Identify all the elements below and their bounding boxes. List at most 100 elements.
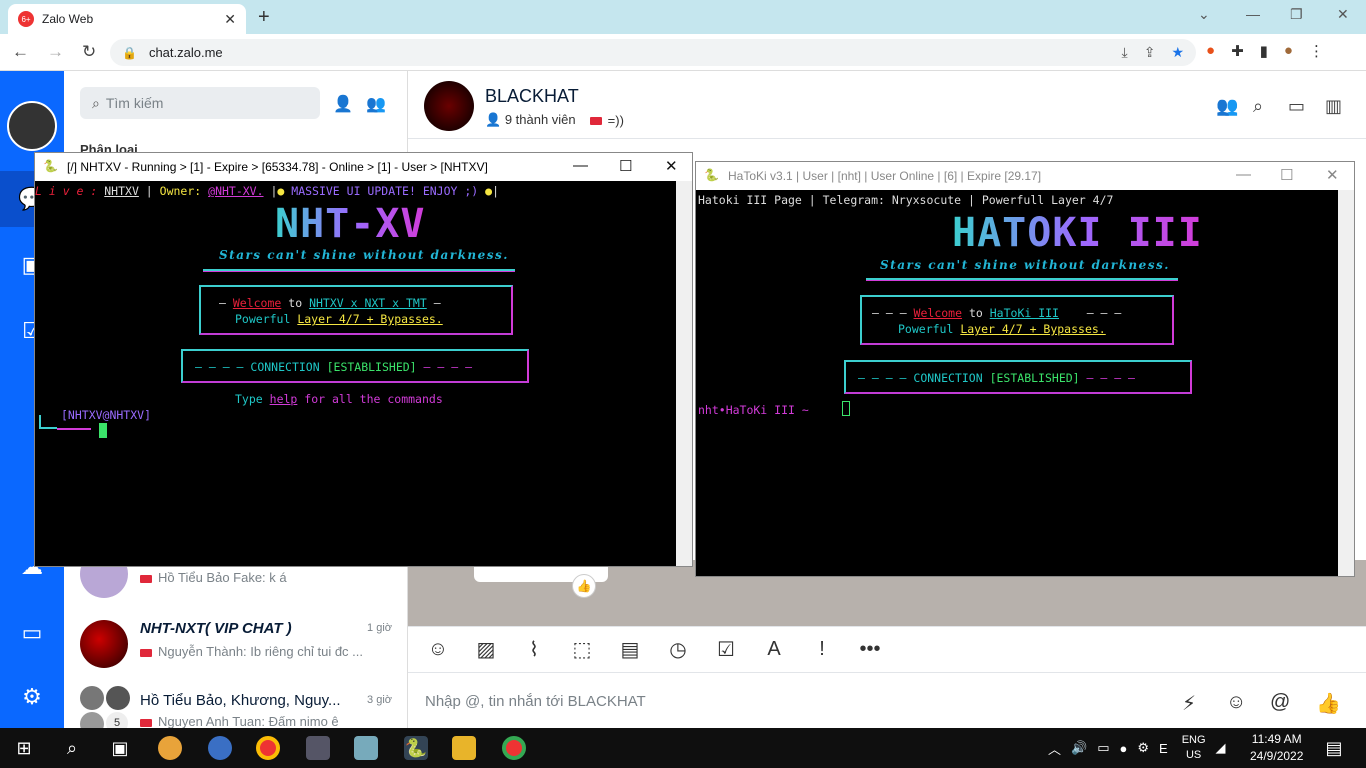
console-titlebar[interactable]: 🐍 HaToKi v3.1 | User | [nht] | User Onli…: [696, 162, 1354, 190]
sidepanel-icon[interactable]: ▮: [1260, 42, 1268, 60]
group-tag[interactable]: =)): [589, 113, 624, 128]
toolbox-icon[interactable]: ▭: [0, 605, 64, 661]
extension-fire-icon[interactable]: ●: [1206, 42, 1215, 60]
more-icon[interactable]: •••: [858, 638, 882, 661]
console-window-nhtxv[interactable]: 🐍 [/] NHTXV - Running > [1] - Expire > […: [34, 152, 693, 567]
profile-avatar[interactable]: ●: [1284, 42, 1293, 60]
minimize-icon[interactable]: —: [1236, 166, 1251, 183]
group-avatar[interactable]: [424, 81, 474, 131]
browser-tab[interactable]: 6+ Zalo Web ✕: [8, 4, 246, 34]
help-pre: Type: [235, 392, 263, 406]
conversation-last-message: Nguyễn Thành: Ib riêng chỉ tui đc ...: [140, 644, 390, 659]
close-tab-icon[interactable]: ✕: [224, 11, 236, 28]
add-member-icon[interactable]: 👥: [1216, 96, 1238, 117]
cursor: [99, 423, 107, 438]
members-count[interactable]: 👤 9 thành viên: [485, 112, 576, 128]
close-icon[interactable]: ✕: [665, 157, 678, 175]
maximize-icon[interactable]: ☐: [1280, 166, 1293, 184]
install-icon[interactable]: ⤓: [1122, 44, 1128, 61]
maximize-icon[interactable]: ☐: [619, 157, 632, 175]
app-icon[interactable]: [158, 736, 182, 760]
console-window-hatoki[interactable]: 🐍 HaToKi v3.1 | User | [nht] | User Onli…: [695, 161, 1355, 577]
back-icon[interactable]: ←: [12, 42, 29, 62]
message-text: Nguyen Anh Tuan: Đấm nimo ê: [158, 714, 339, 729]
product-name: NHTXV x NXT x TMT: [309, 296, 427, 310]
extensions-puzzle-icon[interactable]: ✚: [1231, 42, 1244, 60]
sidebar-toggle-icon[interactable]: ▥: [1325, 96, 1342, 117]
connection-line: — — — — CONNECTION [ESTABLISHED] — — — —: [858, 371, 1135, 385]
contact-card-icon[interactable]: ▤: [618, 637, 642, 662]
taskbar-clock[interactable]: 11:49 AM 24/9/2022: [1250, 731, 1303, 765]
react-like-icon[interactable]: 👍: [572, 574, 596, 598]
windows-start-icon[interactable]: ⊞: [12, 736, 36, 760]
conversation-name: NHT-NXT( VIP CHAT ): [140, 620, 292, 637]
attach-icon[interactable]: ⌇: [522, 637, 546, 662]
create-group-icon[interactable]: 👥: [366, 94, 386, 114]
screenshot-icon[interactable]: ⬚: [570, 637, 594, 662]
urgent-icon[interactable]: !: [810, 638, 834, 661]
tray-app-icon[interactable]: ⚙: [1137, 740, 1149, 756]
menu-kebab-icon[interactable]: ⋮: [1309, 42, 1324, 60]
close-icon[interactable]: ✕: [1326, 166, 1339, 184]
task-view-icon[interactable]: ▣: [108, 736, 132, 760]
image-icon[interactable]: ▨: [474, 637, 498, 662]
file-explorer-icon[interactable]: [452, 736, 476, 760]
video-call-icon[interactable]: ▭: [1288, 96, 1305, 117]
tagline: Stars can't shine without darkness.: [880, 258, 1170, 272]
tray-chevron-icon[interactable]: ︿: [1048, 739, 1061, 758]
reload-icon[interactable]: ↻: [82, 42, 96, 62]
settings-gear-icon[interactable]: ⚙: [0, 669, 64, 725]
sticker-icon[interactable]: ☺: [426, 638, 450, 661]
thumbs-up-send-icon[interactable]: 👍: [1316, 691, 1341, 716]
minimize-icon[interactable]: —: [1246, 6, 1260, 22]
notifications-icon[interactable]: ▤: [1322, 736, 1346, 760]
console-scrollbar[interactable]: [1338, 190, 1354, 576]
search-input[interactable]: ⌕ Tìm kiếm: [80, 87, 320, 119]
tray-e-icon[interactable]: E: [1159, 741, 1168, 756]
restore-icon[interactable]: ❐: [1290, 6, 1303, 23]
search-icon[interactable]: ⌕: [60, 736, 84, 760]
language-indicator[interactable]: ENG US: [1182, 733, 1206, 763]
bookmark-star-icon[interactable]: ★: [1171, 44, 1184, 61]
new-tab-button[interactable]: +: [258, 6, 270, 29]
task-icon[interactable]: ☑: [714, 637, 738, 662]
powerful-word: Powerful: [235, 312, 291, 326]
conversation-item[interactable]: NHT-NXT( VIP CHAT ) 1 giờ Nguyễn Thành: …: [64, 612, 408, 678]
app-icon[interactable]: [208, 736, 232, 760]
to-word: to: [288, 296, 303, 310]
help-word: help: [269, 392, 298, 406]
tab-search-icon[interactable]: ⌄: [1198, 6, 1210, 23]
forward-icon[interactable]: →: [47, 42, 64, 62]
minimize-icon[interactable]: —: [573, 157, 588, 174]
mention-icon[interactable]: @: [1270, 691, 1290, 714]
console-titlebar[interactable]: 🐍 [/] NHTXV - Running > [1] - Expire > […: [35, 153, 692, 181]
python-console-icon[interactable]: 🐍: [404, 736, 428, 760]
share-icon[interactable]: ⇪: [1144, 44, 1156, 61]
app-icon[interactable]: [306, 736, 330, 760]
format-text-icon[interactable]: A: [762, 638, 786, 661]
help-line: Type help for all the commands: [235, 392, 443, 406]
reminder-clock-icon[interactable]: ◷: [666, 637, 690, 662]
chrome-icon[interactable]: [256, 736, 280, 760]
user-avatar[interactable]: [7, 101, 57, 151]
conversation-last-message: Nguyen Anh Tuan: Đấm nimo ê: [140, 714, 390, 729]
ascii-logo: HATOKI III: [952, 210, 1203, 256]
chrome-profile-icon[interactable]: [502, 736, 526, 760]
volume-icon[interactable]: 🔊: [1071, 740, 1087, 756]
chrome-tray-icon[interactable]: ●: [1120, 741, 1128, 756]
battery-icon[interactable]: ▭: [1097, 740, 1109, 756]
add-friend-icon[interactable]: 👤: [333, 94, 353, 114]
emoji-icon[interactable]: ☺: [1226, 691, 1246, 714]
search-chat-icon[interactable]: ⌕: [1253, 96, 1263, 117]
app-icon[interactable]: [354, 736, 378, 760]
url-field[interactable]: 🔒 chat.zalo.me ⤓ ⇪ ★: [110, 39, 1196, 66]
close-window-icon[interactable]: ✕: [1337, 6, 1349, 23]
group-name[interactable]: BLACKHAT: [485, 86, 579, 107]
lock-icon[interactable]: 🔒: [122, 46, 137, 60]
network-icon[interactable]: ◢: [1216, 740, 1226, 756]
console-scrollbar[interactable]: [676, 181, 692, 566]
conversation-last-message: Hồ Tiểu Bảo Fake: k á: [140, 570, 390, 585]
message-input[interactable]: Nhập @, tin nhắn tới BLACKHAT ⚡ ☺ @ 👍: [408, 672, 1366, 728]
quick-message-icon[interactable]: ⚡: [1182, 691, 1196, 716]
live-user: NHTXV: [104, 184, 139, 198]
